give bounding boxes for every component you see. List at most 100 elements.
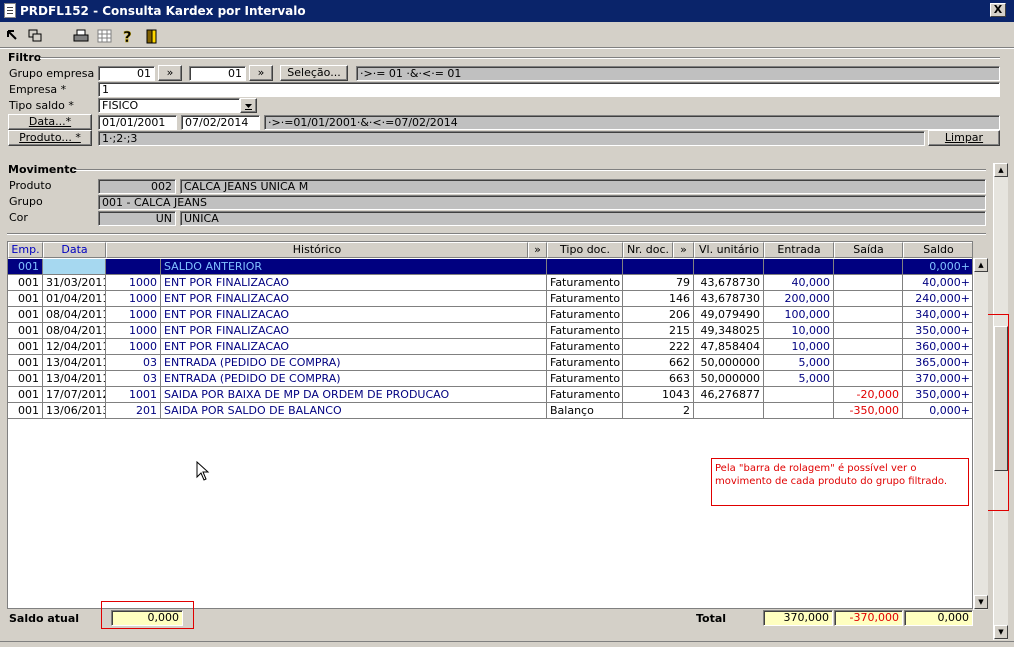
cell-cod: 03 <box>106 355 161 371</box>
grid-scroll-down-button[interactable]: ▼ <box>974 595 988 609</box>
cell-emp: 001 <box>8 307 43 323</box>
table-row[interactable]: 001 SALDO ANTERIOR 0,000+ <box>8 259 972 275</box>
filtro-line <box>40 57 1000 59</box>
cell-saida: -20,000 <box>834 387 903 403</box>
total-entrada: 370,000 <box>763 610 833 626</box>
window-icon[interactable] <box>27 29 43 45</box>
grupo-empresa-from-input[interactable]: 01 <box>98 66 155 81</box>
cell-data: 12/04/2011 <box>43 339 106 355</box>
cell-nr: 215 <box>623 323 694 339</box>
grupo-empresa-from-lookup-button[interactable]: » <box>158 65 182 81</box>
selecao-button[interactable]: Seleção... <box>280 65 348 81</box>
document-icon <box>4 3 16 18</box>
cell-tipo: Faturamento <box>547 371 623 387</box>
limpar-button-label: Limpar <box>944 131 984 144</box>
movimento-title: Movimento <box>8 163 78 176</box>
cell-nr: 146 <box>623 291 694 307</box>
table-row[interactable]: 001 13/04/2011 03 ENTRADA (PEDIDO DE COMPRA… <box>8 355 972 371</box>
cell-vl: 50,000000 <box>694 371 764 387</box>
cell-tipo: Faturamento <box>547 387 623 403</box>
cell-saida <box>834 323 903 339</box>
cell-tipo: Faturamento <box>547 275 623 291</box>
cell-emp: 001 <box>8 339 43 355</box>
tipo-saldo-label: Tipo saldo * <box>9 99 74 112</box>
exit-icon[interactable] <box>5 29 21 45</box>
col-header-saida[interactable]: Saída <box>834 242 903 258</box>
table-row[interactable]: 001 08/04/2011 1000 ENT POR FINALIZACAO Fatu… <box>8 323 972 339</box>
col-header-tipo-doc[interactable]: Tipo doc. <box>547 242 623 258</box>
grupo-empresa-to-lookup-button[interactable]: » <box>249 65 273 81</box>
col-header-entrada[interactable]: Entrada <box>764 242 834 258</box>
tipo-saldo-dropdown-button[interactable] <box>240 98 257 113</box>
table-row[interactable]: 001 13/06/2013 201 SAIDA POR SALDO DE BALAN… <box>8 403 972 419</box>
table-row[interactable]: 001 13/04/2011 03 ENTRADA (PEDIDO DE COMPRA… <box>8 371 972 387</box>
data-from-input[interactable]: 01/01/2001 <box>98 115 177 130</box>
table-row[interactable]: 001 01/04/2011 1000 ENT POR FINALIZACAO Fatu… <box>8 291 972 307</box>
data-to-input[interactable]: 07/02/2014 <box>181 115 260 130</box>
cell-saldo: 0,000+ <box>903 403 972 419</box>
table-row[interactable]: 001 17/07/2012 1001 SAIDA POR BAIXA DE MP D… <box>8 387 972 403</box>
cell-tipo: Faturamento <box>547 323 623 339</box>
total-label: Total <box>696 612 727 625</box>
cell-tipo <box>547 259 623 275</box>
cell-nr: 663 <box>623 371 694 387</box>
col-header-vl-unitario[interactable]: Vl. unitário <box>694 242 764 258</box>
cell-saldo: 350,000+ <box>903 387 972 403</box>
produto-button[interactable]: Produto... * <box>8 130 92 146</box>
cell-historico: ENT POR FINALIZACAO <box>161 307 547 323</box>
cell-tipo: Faturamento <box>547 307 623 323</box>
help-icon[interactable]: ? <box>120 28 136 47</box>
cell-tipo: Faturamento <box>547 291 623 307</box>
cell-nr: 206 <box>623 307 694 323</box>
close-button[interactable]: X <box>990 3 1006 17</box>
cell-historico: ENT POR FINALIZACAO <box>161 275 547 291</box>
cell-nr: 662 <box>623 355 694 371</box>
cell-emp: 001 <box>8 371 43 387</box>
cell-tipo: Balanço <box>547 403 623 419</box>
data-button[interactable]: Data...* <box>8 114 92 130</box>
cor-label: Cor <box>9 211 28 224</box>
cell-historico: ENTRADA (PEDIDO DE COMPRA) <box>161 371 547 387</box>
empresa-input[interactable]: 1 <box>98 82 1000 97</box>
cell-entrada: 10,000 <box>764 339 834 355</box>
table-row[interactable]: 001 12/04/2011 1000 ENT POR FINALIZACAO Fatu… <box>8 339 972 355</box>
kardex-grid[interactable]: Emp. Data Histórico » Tipo doc. Nr. doc.… <box>7 241 973 609</box>
limpar-button[interactable]: Limpar <box>928 130 1000 146</box>
grupo-empresa-label: Grupo empresa <box>9 67 95 80</box>
calculator-icon[interactable] <box>96 29 112 45</box>
col-header-nr-doc-expand[interactable]: » <box>673 242 694 258</box>
tipo-saldo-select[interactable]: FISICO <box>98 98 240 113</box>
grid-scroll-up-button[interactable]: ▲ <box>974 258 988 272</box>
cell-entrada: 100,000 <box>764 307 834 323</box>
cell-saldo: 365,000+ <box>903 355 972 371</box>
cell-historico: SAIDA POR BAIXA DE MP DA ORDEM DE PRODUC… <box>161 387 547 403</box>
grid-vertical-scrollbar[interactable]: ▲ ▼ <box>973 258 988 610</box>
col-header-historico[interactable]: Histórico <box>106 242 528 258</box>
cor-code: UN <box>98 211 176 226</box>
table-row[interactable]: 001 31/03/2011 1000 ENT POR FINALIZACAO Fatu… <box>8 275 972 291</box>
scroll-up-button[interactable]: ▲ <box>994 163 1008 177</box>
col-header-data[interactable]: Data <box>43 242 106 258</box>
cell-emp: 001 <box>8 355 43 371</box>
col-header-saldo[interactable]: Saldo <box>903 242 972 258</box>
cell-cod: 1000 <box>106 307 161 323</box>
cell-saida <box>834 275 903 291</box>
cell-emp: 001 <box>8 323 43 339</box>
scroll-down-button[interactable]: ▼ <box>994 625 1008 639</box>
grupo-empresa-expression: ·>·= 01 ·&·<·= 01 <box>356 66 1000 81</box>
cell-entrada: 10,000 <box>764 323 834 339</box>
col-header-emp[interactable]: Emp. <box>8 242 43 258</box>
printer-icon[interactable] <box>73 29 89 45</box>
grupo-empresa-to-input[interactable]: 01 <box>189 66 246 81</box>
door-icon[interactable] <box>143 29 159 45</box>
col-header-nr-doc[interactable]: Nr. doc. <box>623 242 673 258</box>
table-row[interactable]: 001 08/04/2011 1000 ENT POR FINALIZACAO Fatu… <box>8 307 972 323</box>
produto-name: CALCA JEANS UNICA M <box>180 179 986 194</box>
cell-saida <box>834 371 903 387</box>
cell-entrada <box>764 403 834 419</box>
cell-vl: 49,348025 <box>694 323 764 339</box>
cell-data: 13/04/2011 <box>43 371 106 387</box>
cell-tipo: Faturamento <box>547 339 623 355</box>
col-header-historico-expand[interactable]: » <box>528 242 547 258</box>
cell-data: 01/04/2011 <box>43 291 106 307</box>
